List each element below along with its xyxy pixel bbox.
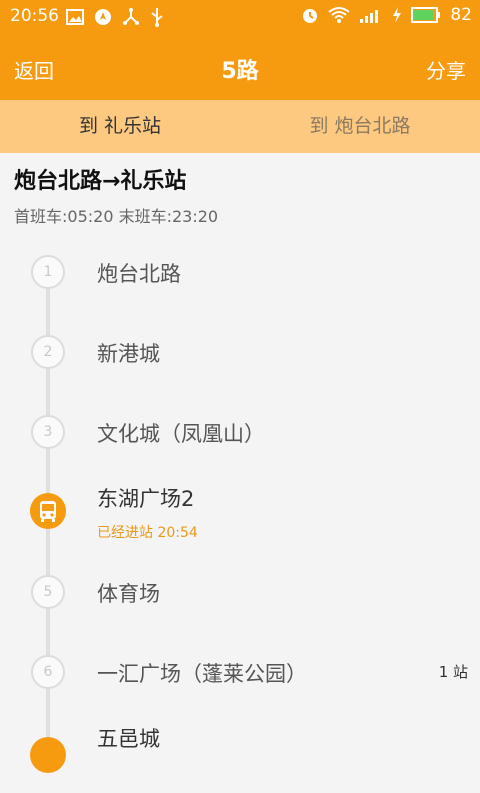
bus-icon <box>30 493 66 529</box>
route-times: 首班车:05:20 末班车:23:20 <box>14 207 219 226</box>
stop-name: 新港城 <box>97 342 160 366</box>
image-icon <box>66 9 84 25</box>
system-icons: 82 <box>301 5 472 25</box>
stop-number: 2 <box>31 335 65 369</box>
stop-item[interactable]: 五邑城 <box>0 713 480 793</box>
battery-icon <box>411 7 441 23</box>
stop-name: 东湖广场2 <box>97 487 195 511</box>
arrival-status: 已经进站 20:54 <box>97 525 198 541</box>
stop-number: 1 <box>31 255 65 289</box>
share-button[interactable]: 分享 <box>426 55 466 84</box>
direction-tabs: 到 礼乐站 到 炮台北路 <box>0 100 480 153</box>
signal-icon <box>360 10 379 23</box>
stop-name: 体育场 <box>97 582 160 606</box>
status-bar: 20:56 82 <box>0 0 480 34</box>
route-header: 炮台北路→礼乐站 首班车:05:20 末班车:23:20 <box>0 153 480 233</box>
charging-icon <box>393 7 402 23</box>
stop-item[interactable]: 6 一汇广场（蓬莱公园） 1 站 <box>0 633 480 713</box>
tab-to-lile-station[interactable]: 到 礼乐站 <box>0 100 240 153</box>
stop-item[interactable]: 3 文化城（凤凰山） <box>0 393 480 473</box>
battery-percent: 82 <box>450 5 472 25</box>
usb-icon <box>151 8 163 27</box>
stop-name: 五邑城 <box>97 727 160 751</box>
stop-item[interactable]: 1 炮台北路 <box>0 233 480 313</box>
stop-number: 3 <box>31 415 65 449</box>
stop-number: 6 <box>31 655 65 689</box>
stop-name: 炮台北路 <box>97 262 181 286</box>
page-title: 5路 <box>221 59 259 84</box>
stop-name: 一汇广场（蓬莱公园） <box>97 662 307 686</box>
notification-icons <box>66 7 164 27</box>
status-time: 20:56 <box>10 6 59 26</box>
wifi-icon <box>328 7 350 23</box>
stop-item-current[interactable]: 东湖广场2 已经进站 20:54 <box>0 473 480 553</box>
share-network-icon <box>123 8 139 25</box>
stop-item[interactable]: 5 体育场 <box>0 553 480 633</box>
stop-item[interactable]: 2 新港城 <box>0 313 480 393</box>
stop-number: 5 <box>31 575 65 609</box>
back-button[interactable]: 返回 <box>14 55 54 84</box>
bus-icon <box>30 737 66 773</box>
location-icon <box>95 9 111 25</box>
app-bar: 返回 5路 分享 <box>0 34 480 100</box>
tab-to-paotai-north-road[interactable]: 到 炮台北路 <box>240 100 480 153</box>
stop-list[interactable]: 1 炮台北路 2 新港城 3 文化城（凤凰山） 东湖广场2 已经进站 20:54… <box>0 233 480 773</box>
stop-name: 文化城（凤凰山） <box>97 422 265 446</box>
stops-away-count: 1 站 <box>438 663 468 681</box>
alarm-icon <box>303 9 318 23</box>
route-title: 炮台北路→礼乐站 <box>14 169 187 194</box>
